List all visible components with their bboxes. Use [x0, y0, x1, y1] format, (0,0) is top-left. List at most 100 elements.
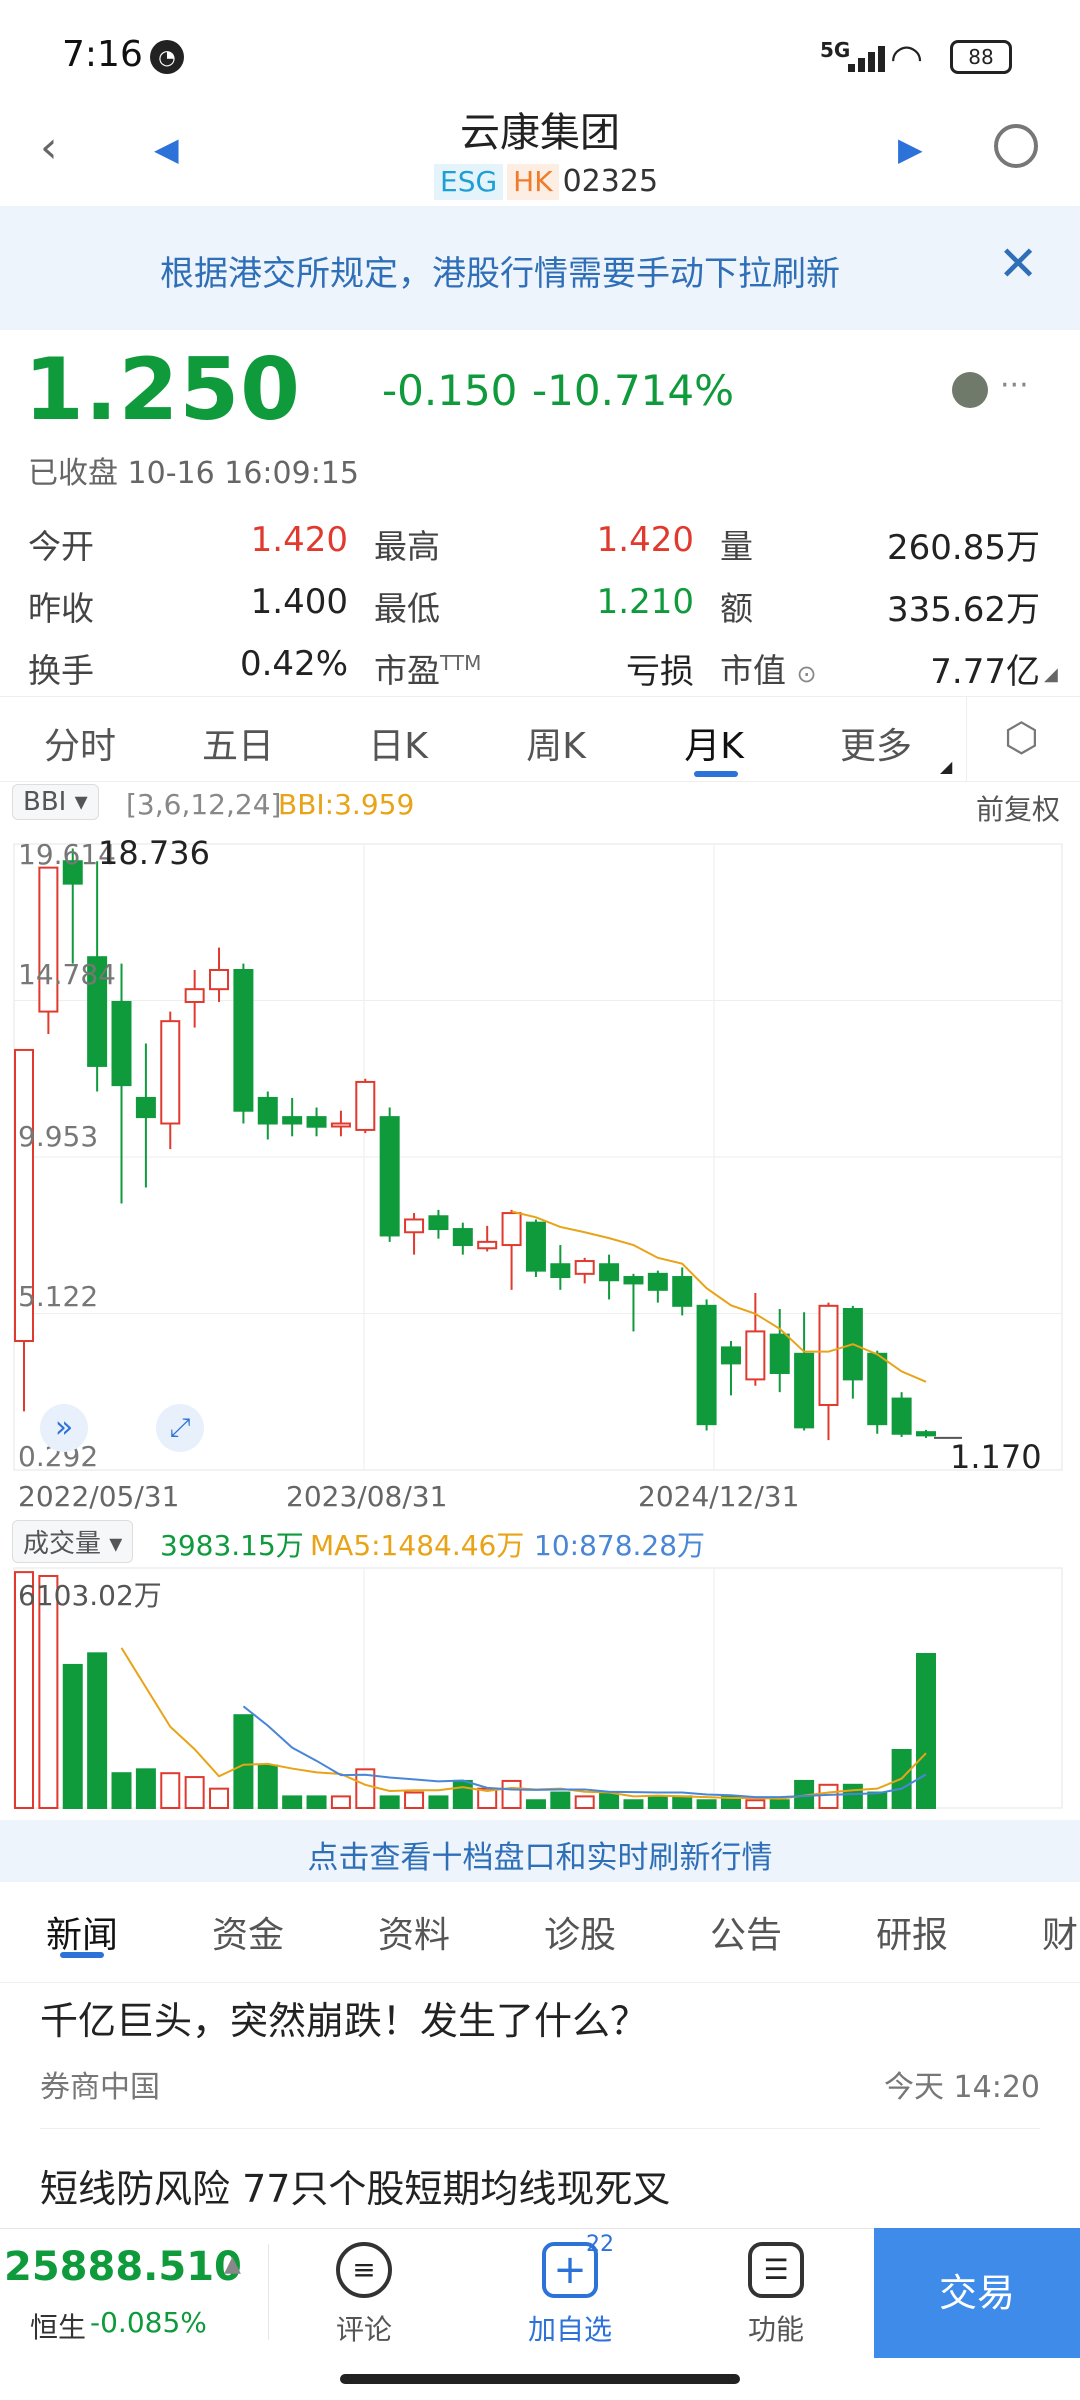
mkt-cap-label[interactable]: 市值 ⊙ [720, 644, 817, 692]
notice-banner: 根据港交所规定，港股行情需要手动下拉刷新 ✕ [0, 206, 1080, 330]
candle [355, 1080, 376, 1131]
home-indicator[interactable] [340, 2374, 740, 2384]
volume-bar [87, 1652, 108, 1809]
adjust-mode[interactable]: 前复权 [976, 788, 1060, 828]
candle [574, 1260, 595, 1275]
prev-close-value: 1.400 [250, 582, 348, 622]
volume-bar [818, 1783, 839, 1809]
volume-bar [209, 1787, 230, 1810]
volume-label: 量 [720, 527, 753, 566]
index-value[interactable]: 25888.510 [4, 2244, 242, 2290]
candle [233, 968, 254, 1112]
candle [794, 1352, 815, 1429]
tab-announcements[interactable]: 公告 [710, 1906, 782, 1958]
info-icon[interactable]: ⊙ [797, 660, 817, 688]
battery-icon: 88 [950, 40, 1012, 74]
pe-label-sup: TTM [440, 651, 482, 675]
candle [428, 1215, 449, 1231]
signal-label: 5G [820, 38, 851, 62]
volume-value-label: 3983.15万 [160, 1529, 304, 1562]
pe-label-text: 市盈 [374, 651, 440, 690]
volume-bar [184, 1776, 205, 1810]
volume-bar [574, 1795, 595, 1809]
volume-bar [599, 1791, 620, 1809]
settings-icon[interactable]: ⬡ [1004, 715, 1039, 761]
candle [184, 988, 205, 1003]
price-chart[interactable] [0, 830, 1080, 1490]
avatar[interactable] [952, 372, 988, 408]
next-stock-icon[interactable]: ▶ [898, 130, 923, 168]
index-up-icon: ▲ [224, 2252, 241, 2277]
more-corner-icon: ◢ [940, 757, 953, 776]
open-value: 1.420 [250, 520, 348, 560]
tab-research[interactable]: 研报 [876, 1906, 948, 1958]
tab-five-day[interactable]: 五日 [168, 717, 308, 769]
tab-daily-k[interactable]: 日K [328, 717, 468, 769]
volume-bar [647, 1795, 668, 1809]
esg-tag[interactable]: ESG [434, 164, 504, 200]
tab-funds[interactable]: 资金 [212, 1906, 284, 1958]
last-price: 1.250 [24, 340, 302, 440]
price-change-pct: -10.714% [532, 366, 735, 415]
candle [599, 1263, 620, 1282]
candle [501, 1212, 522, 1247]
news-item-source: 券商中国 [40, 2070, 160, 2105]
tab-profile[interactable]: 资料 [378, 1906, 450, 1958]
news-item-title-2[interactable]: 短线防风险 77只个股短期均线现死叉 [40, 2158, 670, 2213]
prev-close-label: 昨收 [28, 589, 94, 628]
add-watch-label[interactable]: 加自选 [510, 2308, 630, 2348]
expand-corner-icon[interactable]: ◢ [1044, 664, 1058, 685]
price-change: -0.150 [382, 366, 518, 415]
watch-badge: 22 [586, 2232, 614, 2257]
function-icon[interactable]: ☰ [748, 2242, 804, 2298]
news-tab-indicator [60, 1952, 104, 1958]
volume-max-label: 6103.02万 [18, 1579, 162, 1612]
tab-more[interactable]: 更多 [806, 717, 946, 769]
volume-value: 260.85万 [887, 528, 1040, 568]
pe-label: 市盈TTM [374, 644, 481, 692]
tab-news[interactable]: 新闻 [46, 1906, 118, 1958]
tab-intraday[interactable]: 分时 [10, 717, 150, 769]
tab-monthly-k[interactable]: 月K [644, 717, 784, 769]
candle [477, 1240, 498, 1250]
bbi-value: BBI:3.959 [278, 788, 415, 821]
volume-chart[interactable] [0, 1566, 1080, 1816]
index-change: -0.085% [90, 2306, 207, 2339]
comment-label[interactable]: 评论 [304, 2308, 424, 2348]
high-value: 1.420 [596, 520, 694, 560]
stock-code: 02325 [562, 164, 659, 199]
tab-financials[interactable]: 财 [1042, 1906, 1078, 1958]
y-label-2: 9.953 [18, 1120, 99, 1153]
tab-weekly-k[interactable]: 周K [486, 717, 626, 769]
volume-select[interactable]: 成交量 ▾ [12, 1520, 134, 1563]
turnover-value: 0.42% [239, 644, 348, 684]
volume-header: 成交量 ▾ 3983.15万 MA5:1484.46万 10:878.28万 [0, 1516, 1080, 1566]
news-item-title[interactable]: 千亿巨头，突然崩跌！发生了什么？ [40, 1990, 648, 2045]
comment-icon[interactable]: ≡ [336, 2242, 392, 2298]
candle [769, 1333, 790, 1374]
stock-subtitle: ESG HK 02325 [434, 164, 658, 204]
volume-bar [672, 1795, 693, 1809]
candle [330, 1122, 351, 1128]
trade-button[interactable]: 交易 [874, 2228, 1080, 2358]
tab-diagnosis[interactable]: 诊股 [544, 1906, 616, 1958]
news-tabs: 新闻 资金 资料 诊股 公告 研报 财 [0, 1882, 1080, 1983]
search-icon[interactable] [994, 124, 1038, 168]
fullscreen-icon[interactable]: ⤢ [156, 1404, 204, 1452]
indicator-params: [3,6,12,24] [126, 788, 282, 821]
volume-bar [257, 1764, 278, 1810]
ma5-label: MA5:1484.46万 [310, 1529, 525, 1562]
expand-left-icon[interactable]: » [40, 1404, 88, 1452]
indicator-select[interactable]: BBI ▾ [12, 784, 99, 820]
y-label-3: 5.122 [18, 1280, 99, 1313]
volume-bar [135, 1768, 156, 1810]
candle [404, 1218, 425, 1234]
volume-bar [842, 1783, 863, 1809]
more-icon[interactable]: ··· [1000, 368, 1029, 403]
volume-bar [111, 1772, 132, 1809]
volume-bar [379, 1795, 400, 1809]
function-label[interactable]: 功能 [716, 2308, 836, 2348]
x-label-1: 2023/08/31 [286, 1480, 448, 1513]
close-icon[interactable]: ✕ [998, 236, 1038, 292]
order-book-banner[interactable]: 点击查看十档盘口和实时刷新行情 [0, 1820, 1080, 1882]
